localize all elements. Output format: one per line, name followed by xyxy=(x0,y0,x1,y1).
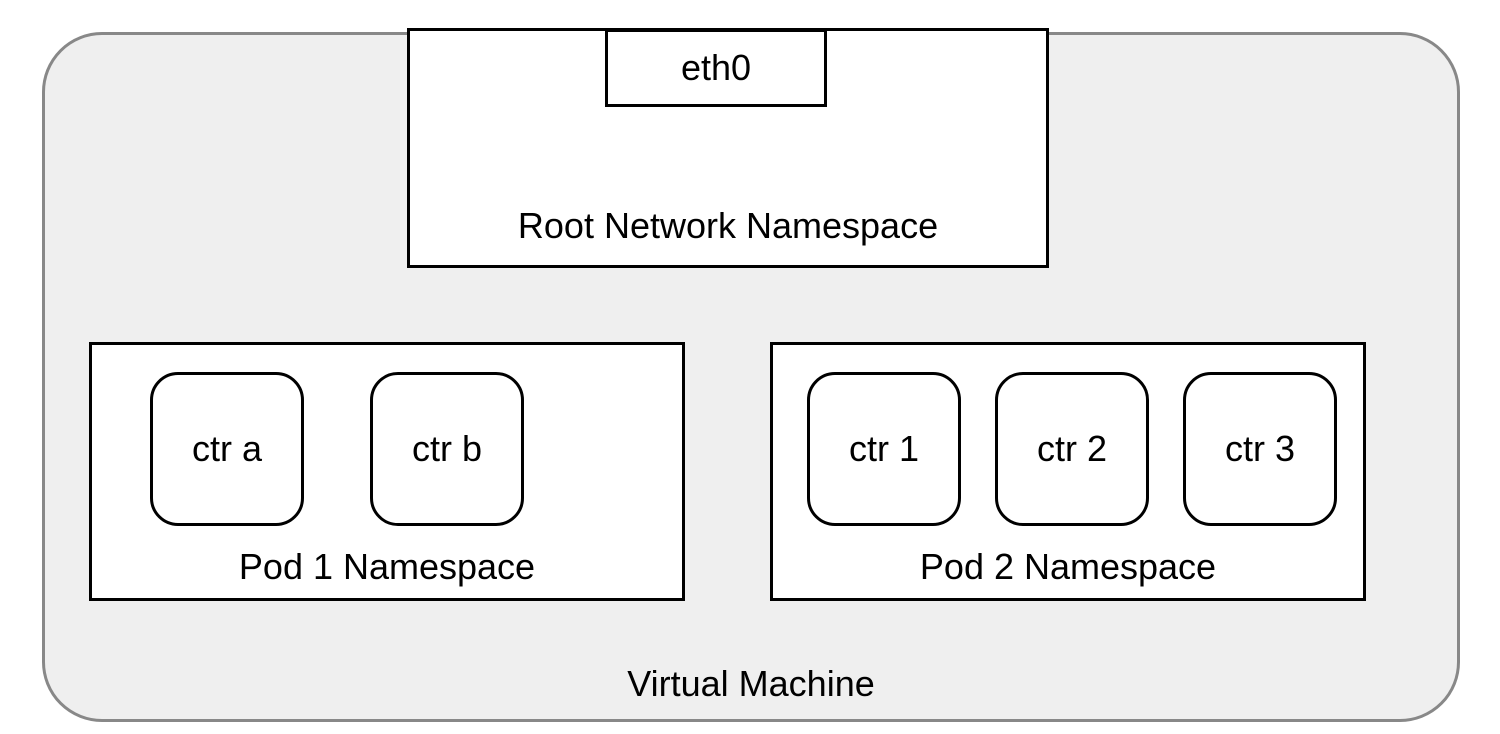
container-ctr-a: ctr a xyxy=(150,372,304,526)
root-network-namespace-label: Root Network Namespace xyxy=(518,205,938,247)
eth0-interface-label: eth0 xyxy=(681,47,751,89)
container-ctr-2: ctr 2 xyxy=(995,372,1149,526)
container-ctr-1: ctr 1 xyxy=(807,372,961,526)
container-label: ctr a xyxy=(192,428,262,470)
container-label: ctr b xyxy=(412,428,482,470)
container-label: ctr 2 xyxy=(1037,428,1107,470)
pod-2-namespace-label: Pod 2 Namespace xyxy=(920,546,1216,588)
container-label: ctr 3 xyxy=(1225,428,1295,470)
container-label: ctr 1 xyxy=(849,428,919,470)
virtual-machine-label: Virtual Machine xyxy=(627,663,874,705)
eth0-interface-box: eth0 xyxy=(605,29,827,107)
container-ctr-b: ctr b xyxy=(370,372,524,526)
container-ctr-3: ctr 3 xyxy=(1183,372,1337,526)
pod-1-namespace-label: Pod 1 Namespace xyxy=(239,546,535,588)
